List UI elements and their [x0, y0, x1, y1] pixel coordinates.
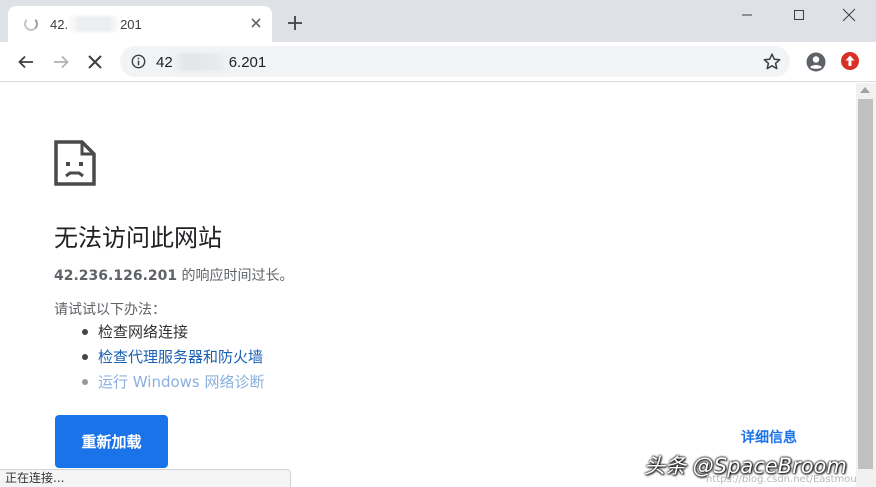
suggestion-check-proxy-link[interactable]: 检查代理服务器和防火墙	[80, 347, 265, 372]
minimize-button[interactable]	[724, 2, 770, 28]
suggestion-check-network: 检查网络连接	[80, 322, 265, 347]
info-icon[interactable]	[131, 54, 146, 69]
sad-page-icon	[54, 140, 96, 186]
stop-loading-button[interactable]	[83, 50, 107, 74]
stop-icon	[88, 55, 102, 69]
url-text: 42 6.201	[156, 53, 267, 71]
address-bar[interactable]: 42 6.201	[120, 46, 790, 77]
scrollbar-thumb[interactable]	[858, 99, 873, 469]
watermark-url: https://blog.csdn.net/Eastmou	[706, 474, 857, 485]
new-tab-button[interactable]	[284, 12, 306, 34]
forward-button[interactable]	[49, 50, 73, 74]
suggestion-list: 检查网络连接 检查代理服务器和防火墙 运行 Windows 网络诊断	[80, 322, 265, 397]
error-message: 42.236.126.201 的响应时间过长。	[54, 268, 294, 284]
status-bubble: 正在连接...	[0, 469, 291, 487]
tab-title: 42. 201	[50, 16, 142, 32]
reload-button[interactable]: 重新加载	[55, 415, 168, 468]
details-button[interactable]: 详细信息	[741, 427, 797, 447]
redacted-area	[172, 53, 229, 71]
close-icon	[842, 8, 856, 22]
suggestion-run-diagnostics-link[interactable]: 运行 Windows 网络诊断	[80, 372, 265, 397]
back-button[interactable]	[14, 50, 38, 74]
arrow-right-icon	[54, 55, 69, 69]
try-label: 请试试以下办法：	[54, 302, 166, 318]
redacted-area	[68, 16, 121, 32]
bookmark-star-icon[interactable]	[762, 52, 782, 72]
tab-strip: 42. 201	[0, 0, 876, 42]
scroll-up-arrow-icon[interactable]	[860, 87, 870, 93]
tab-active[interactable]: 42. 201	[8, 6, 272, 42]
account-icon[interactable]	[805, 51, 827, 73]
error-heading: 无法访问此网站	[54, 224, 222, 252]
tab-close-icon[interactable]	[248, 15, 264, 31]
maximize-icon	[794, 10, 804, 20]
toolbar: 42 6.201	[0, 42, 876, 82]
extension-update-icon[interactable]	[840, 51, 860, 71]
loading-spinner-icon	[24, 17, 38, 31]
error-host: 42.236.126.201	[54, 268, 178, 284]
minimize-icon	[742, 14, 752, 16]
scrollbar[interactable]	[856, 83, 876, 487]
arrow-left-icon	[18, 55, 33, 69]
window-close-button[interactable]	[826, 2, 872, 28]
maximize-button[interactable]	[776, 2, 822, 28]
